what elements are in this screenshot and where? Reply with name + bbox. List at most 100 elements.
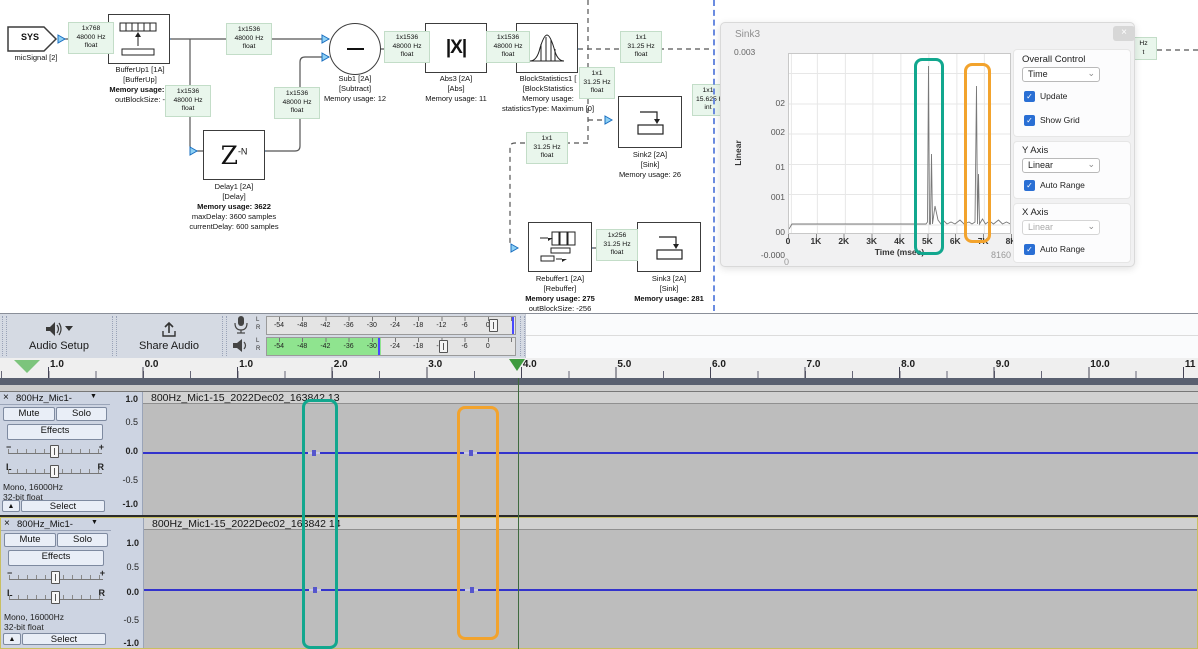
sink-icon — [649, 231, 689, 263]
select-button[interactable]: Select — [21, 500, 105, 512]
mute-button[interactable]: Mute — [4, 533, 56, 547]
playback-meter[interactable]: -54-48-42-36-30-24-18-12-60 — [266, 337, 516, 356]
record-meter-button[interactable] — [229, 316, 253, 334]
gain-slider[interactable]: − + — [5, 568, 107, 586]
gain-slider-thumb[interactable] — [51, 571, 60, 584]
block-sink2[interactable] — [618, 96, 682, 148]
wire-label: 1x153648000 Hzfloat — [384, 31, 430, 63]
domain-select[interactable]: Time ⌄ — [1022, 67, 1100, 82]
y-axis-panel: Y Axis Linear ⌄ ✓ Auto Range — [1013, 141, 1131, 199]
layout-partition-dashed-line — [713, 0, 715, 311]
track-header: × 800Hz_Mic1- ▼ — [0, 392, 110, 405]
track-control-panel: × 800Hz_Mic1- ▼ Mute Solo Effects − + L … — [0, 392, 110, 515]
wire-label: 1x131.25 Hzfloat — [620, 31, 662, 63]
pan-slider-thumb[interactable] — [50, 465, 59, 478]
meter-peak-line — [512, 317, 514, 334]
sink-icon — [630, 106, 670, 138]
audacity-panel: Audio Setup Share Audio LR -54-48-42-36-… — [0, 313, 1198, 649]
share-audio-button[interactable]: Share Audio — [119, 315, 219, 357]
track-name[interactable]: 800Hz_Mic1- — [17, 519, 73, 530]
overall-control-panel: Overall Control Time ⌄ ✓ Update ✓ Show G… — [1013, 49, 1131, 137]
pan-slider-thumb[interactable] — [51, 591, 60, 604]
amplitude-ruler[interactable]: 1.00.50.0-0.5-1.0 — [110, 392, 143, 515]
recording-meter[interactable]: -54-48-42-36-30-24-18-12-60 — [266, 316, 516, 335]
close-track-icon[interactable]: × — [4, 518, 10, 529]
sink3-plot-window: Sink3 × 0.003 020020100100-0.000 Linear … — [720, 22, 1135, 267]
chevron-down-icon: ⌄ — [1087, 158, 1095, 171]
clip-header[interactable]: 800Hz_Mic1-15_2022Dec02_163842 13 — [143, 392, 1198, 404]
checkbox-checked-icon[interactable]: ✓ — [1024, 244, 1035, 255]
effects-button[interactable]: Effects — [8, 550, 104, 566]
effects-button[interactable]: Effects — [7, 424, 103, 440]
delay-icon: Z-N — [221, 141, 248, 170]
audio-setup-button[interactable]: Audio Setup — [9, 315, 109, 357]
close-icon[interactable]: × — [1113, 26, 1135, 41]
audio-track-2-focused: × 800Hz_Mic1- ▼ Mute Solo Effects − + L … — [0, 517, 1198, 649]
annotation-teal-box — [302, 399, 338, 649]
checkbox-checked-icon[interactable]: ✓ — [1024, 91, 1035, 102]
block-sink3[interactable] — [637, 222, 701, 272]
sys-input-label: SYS — [10, 32, 50, 42]
wire-label: 1x25631.25 Hzfloat — [596, 229, 638, 261]
delay-caption: Delay1 [2A][Delay]Memory usage: 3622maxD… — [168, 182, 300, 232]
microphone-icon — [233, 315, 249, 335]
playback-meter-channels: LR — [256, 337, 260, 353]
chevron-down-icon: ⌄ — [1087, 220, 1095, 233]
y-scale-select[interactable]: Linear ⌄ — [1022, 158, 1100, 173]
rebuffer-icon — [537, 229, 583, 265]
playback-volume-handle[interactable] — [439, 340, 448, 353]
audio-track-1: × 800Hz_Mic1- ▼ Mute Solo Effects − + L … — [0, 392, 1198, 515]
select-button[interactable]: Select — [22, 633, 106, 645]
sys-input-caption: micSignal [2] — [0, 53, 72, 63]
timeline-ruler[interactable]: 1.00.01.02.03.04.05.06.07.08.09.010.011 — [0, 358, 1198, 392]
block-abs3[interactable]: |X| — [425, 23, 487, 73]
signal-flow-canvas: SYS micSignal [2] BufferUp1 [1A][BufferU… — [0, 0, 1198, 313]
gain-slider[interactable]: − + — [4, 442, 106, 460]
meter-ticks — [267, 317, 515, 321]
rebuffer-caption: Rebuffer1 [2A][Rebuffer]Memory usage: 27… — [496, 274, 624, 314]
block-delay1[interactable]: Z-N — [203, 130, 265, 180]
block-rebuffer1[interactable] — [528, 222, 592, 272]
block-sub1[interactable] — [329, 23, 381, 75]
pan-slider[interactable]: L R — [4, 462, 106, 480]
chevron-down-icon: ⌄ — [1087, 67, 1095, 80]
track-menu-dropdown-icon[interactable]: ▼ — [91, 519, 98, 526]
collapse-track-button[interactable]: ▲ — [2, 500, 20, 512]
recording-volume-handle[interactable] — [489, 319, 498, 332]
track-name[interactable]: 800Hz_Mic1- — [16, 393, 72, 404]
record-meter-channels: LR — [256, 316, 260, 332]
collapse-track-button[interactable]: ▲ — [3, 633, 21, 645]
playback-cursor-line — [518, 378, 519, 649]
track-menu-dropdown-icon[interactable]: ▼ — [90, 393, 97, 400]
gain-slider-thumb[interactable] — [50, 445, 59, 458]
toolbar-grip[interactable] — [2, 316, 7, 356]
playback-meter-button[interactable] — [229, 337, 253, 355]
pan-slider[interactable]: L R — [5, 588, 107, 606]
toolbar-grip[interactable] — [112, 316, 117, 356]
y-axis-tick-labels: 020020100100-0.000 — [745, 53, 785, 253]
annotation-orange-box — [964, 63, 991, 243]
panel-heading: Y Axis — [1022, 145, 1048, 156]
checkbox-checked-icon[interactable]: ✓ — [1024, 115, 1035, 126]
ruler-major-ticks — [0, 367, 1198, 378]
playhead-triangle-icon[interactable] — [509, 359, 525, 371]
timeline-options-triangle-icon[interactable] — [14, 360, 40, 373]
close-track-icon[interactable]: × — [3, 392, 9, 403]
block-bufferup1[interactable] — [108, 14, 170, 64]
solo-button[interactable]: Solo — [56, 407, 107, 421]
scrub-bar[interactable] — [0, 378, 1198, 385]
wire-label: 1x131.25 Hzfloat — [526, 132, 568, 164]
abs-icon: |X| — [446, 37, 466, 59]
amplitude-ruler[interactable]: 1.00.50.0-0.5-1.0 — [111, 518, 144, 648]
checkbox-checked-icon[interactable]: ✓ — [1024, 180, 1035, 191]
x-axis-panel: X Axis Linear ⌄ ✓ Auto Range — [1013, 203, 1131, 263]
mute-button[interactable]: Mute — [3, 407, 55, 421]
solo-button[interactable]: Solo — [57, 533, 108, 547]
x-range-max: 8160 — [966, 250, 1011, 260]
wire-label: 1x153648000 Hzfloat — [165, 85, 211, 117]
speaker-icon — [44, 320, 62, 338]
subtract-icon — [347, 48, 364, 51]
x-scale-select-disabled: Linear ⌄ — [1022, 220, 1100, 235]
toolbar-grip[interactable] — [222, 316, 227, 356]
wire-label: 1x153648000 Hzfloat — [226, 23, 272, 55]
